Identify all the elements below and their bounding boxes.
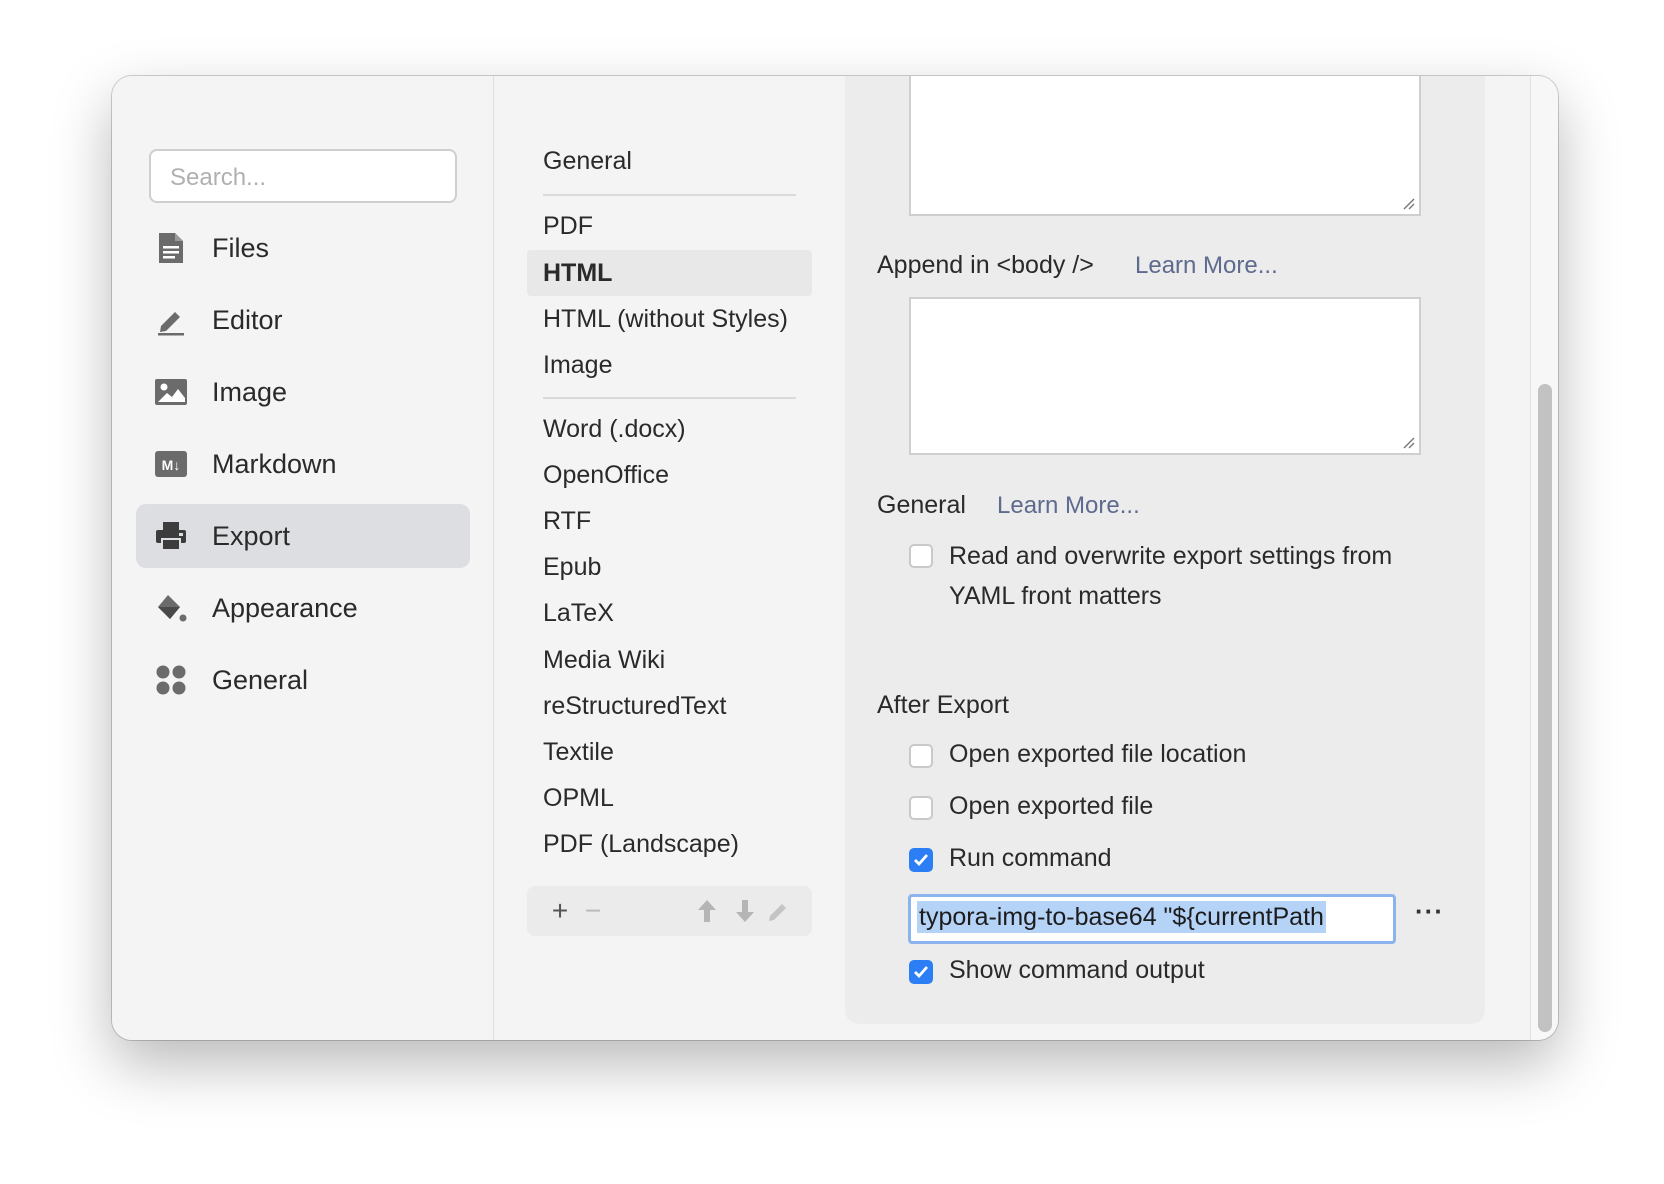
format-item[interactable]: General: [527, 138, 812, 184]
run-command-checkbox[interactable]: [909, 848, 933, 872]
append-body-learn-more-link[interactable]: Learn More...: [1135, 252, 1278, 280]
sidebar-item-label: Export: [212, 520, 291, 551]
yaml-option-row[interactable]: Read and overwrite export settings from …: [909, 536, 1449, 616]
sidebar-item-label: Files: [212, 232, 270, 263]
sidebar-item-files[interactable]: Files: [136, 216, 470, 280]
append-body-label: Append in <body />: [877, 251, 1094, 279]
export-settings-panel: Append in <body /> Learn More... General…: [845, 76, 1485, 1024]
format-item[interactable]: RTF: [527, 498, 812, 544]
checkmark-icon: [914, 854, 929, 867]
open-file-row[interactable]: Open exported file: [909, 792, 1153, 821]
open-file-checkbox[interactable]: [909, 796, 933, 820]
format-item[interactable]: Epub: [527, 544, 812, 590]
show-output-row[interactable]: Show command output: [909, 956, 1205, 985]
export-format-list: General PDF HTML HTML (without Styles) I…: [495, 76, 840, 1040]
sidebar-item-label: Appearance: [212, 592, 358, 623]
scrollbar-track[interactable]: [1530, 76, 1558, 1040]
pencil-icon: [154, 303, 188, 337]
general-section-label: General: [877, 491, 966, 519]
show-output-checkbox[interactable]: [909, 960, 933, 984]
divider: [543, 397, 796, 399]
format-item[interactable]: reStructuredText: [527, 683, 812, 729]
yaml-checkbox[interactable]: [909, 544, 933, 568]
paint-bucket-icon: [154, 591, 188, 625]
general-learn-more-link[interactable]: Learn More...: [997, 492, 1140, 520]
sidebar-item-editor[interactable]: Editor: [136, 288, 470, 352]
edit-pencil-icon[interactable]: [764, 899, 794, 923]
sidebar-item-label: Image: [212, 376, 288, 407]
open-location-label: Open exported file location: [949, 740, 1247, 768]
open-location-row[interactable]: Open exported file location: [909, 740, 1246, 769]
format-item[interactable]: OpenOffice: [527, 452, 812, 498]
sidebar-item-general[interactable]: General: [136, 648, 470, 712]
open-file-label: Open exported file: [949, 792, 1154, 820]
format-item-selected[interactable]: HTML: [527, 250, 812, 296]
divider: [543, 194, 796, 196]
sidebar-item-appearance[interactable]: Appearance: [136, 576, 470, 640]
body-textarea[interactable]: [909, 297, 1421, 455]
yaml-option-label: Read and overwrite export settings from …: [949, 542, 1393, 610]
format-item[interactable]: Image: [527, 342, 812, 388]
sidebar-item-label: Editor: [212, 304, 283, 335]
sidebar-item-image[interactable]: Image: [136, 360, 470, 424]
after-export-label: After Export: [877, 691, 1009, 719]
resize-grip-icon[interactable]: [1401, 435, 1415, 449]
sidebar-item-label: General: [212, 664, 309, 695]
remove-button[interactable]: −: [575, 895, 611, 927]
more-options-button[interactable]: ···: [1415, 896, 1444, 927]
markdown-icon: M↓: [154, 447, 188, 481]
checkmark-icon: [914, 966, 929, 979]
head-textarea[interactable]: [909, 76, 1421, 216]
run-command-label: Run command: [949, 844, 1112, 872]
image-icon: [154, 375, 188, 409]
move-down-icon[interactable]: [726, 899, 764, 923]
format-item[interactable]: Textile: [527, 729, 812, 775]
format-item[interactable]: Media Wiki: [527, 637, 812, 683]
sidebar: Search... Files Editor Image M↓ Markdown…: [112, 76, 494, 1040]
sidebar-item-export[interactable]: Export: [136, 504, 470, 568]
format-item[interactable]: HTML (without Styles): [527, 296, 812, 342]
search-input[interactable]: Search...: [149, 149, 457, 203]
resize-grip-icon[interactable]: [1401, 196, 1415, 210]
format-item[interactable]: Word (.docx): [527, 406, 812, 452]
run-command-row[interactable]: Run command: [909, 844, 1112, 873]
file-icon: [154, 231, 188, 265]
move-up-icon[interactable]: [688, 899, 726, 923]
command-input-value: typora-img-to-base64 "${currentPath: [917, 901, 1326, 933]
svg-text:M↓: M↓: [162, 457, 181, 473]
format-item[interactable]: OPML: [527, 775, 812, 821]
format-item[interactable]: PDF (Landscape): [527, 821, 812, 867]
sidebar-nav: Files Editor Image M↓ Markdown Export Ap…: [136, 216, 470, 720]
sidebar-item-label: Markdown: [212, 448, 337, 479]
grid-icon: [154, 663, 188, 697]
add-button[interactable]: +: [545, 895, 575, 927]
format-item[interactable]: PDF: [527, 203, 812, 249]
printer-icon: [154, 519, 188, 553]
open-location-checkbox[interactable]: [909, 744, 933, 768]
command-input[interactable]: typora-img-to-base64 "${currentPath: [908, 894, 1396, 944]
scrollbar-thumb[interactable]: [1538, 384, 1552, 1032]
show-output-label: Show command output: [949, 956, 1205, 984]
format-list-toolbar: + −: [527, 886, 812, 936]
sidebar-item-markdown[interactable]: M↓ Markdown: [136, 432, 470, 496]
preferences-window: Search... Files Editor Image M↓ Markdown…: [112, 76, 1558, 1040]
format-item[interactable]: LaTeX: [527, 590, 812, 636]
